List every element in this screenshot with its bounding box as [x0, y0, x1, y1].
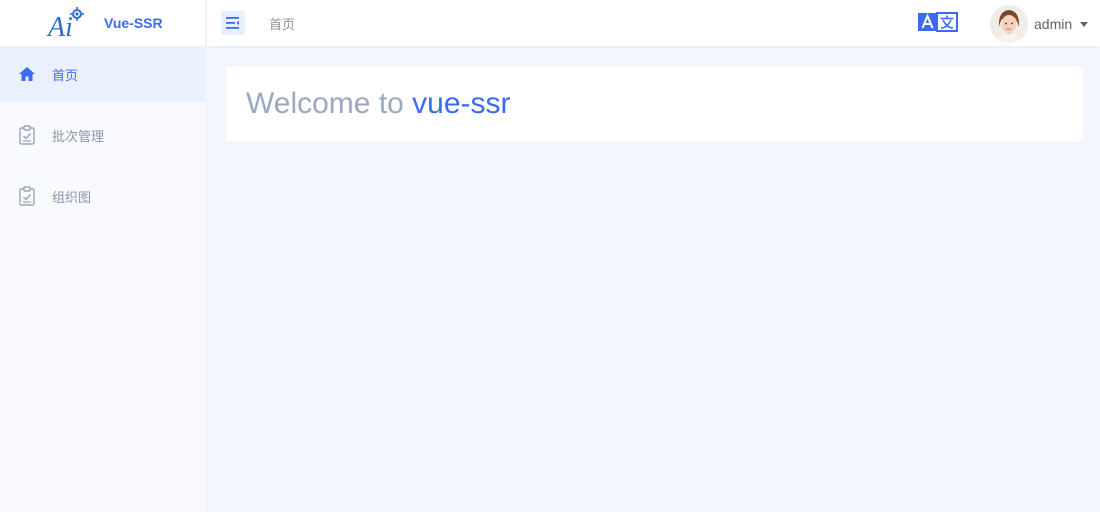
logo[interactable]: Ai Vue-SSR: [0, 0, 205, 46]
sidebar: Ai Vue-SSR 首页 批次管理 组织图: [0, 0, 206, 512]
clipboard-check-icon: [18, 125, 36, 145]
welcome-brand: vue-ssr: [412, 87, 511, 120]
sidebar-item-home[interactable]: 首页: [0, 46, 205, 102]
welcome-heading: Welcome to vue-ssr: [246, 87, 511, 121]
chevron-down-icon[interactable]: [1080, 21, 1089, 27]
logo-letters: Ai: [46, 12, 73, 40]
avatar[interactable]: [990, 5, 1028, 43]
clipboard-check-icon: [18, 186, 36, 206]
app-title: Vue-SSR: [104, 15, 163, 31]
menu-toggle-icon[interactable]: [221, 11, 245, 35]
sidebar-item-batch-management[interactable]: 批次管理: [0, 107, 205, 163]
sidebar-item-org-chart[interactable]: 组织图: [0, 168, 205, 224]
translate-icon[interactable]: [918, 12, 958, 32]
sidebar-menu: 首页 批次管理 组织图: [0, 46, 205, 224]
welcome-prefix: Welcome to: [246, 87, 413, 120]
sidebar-item-label: 首页: [52, 68, 79, 84]
sidebar-item-label: 批次管理: [52, 129, 105, 145]
breadcrumb: 首页: [269, 17, 296, 33]
top-navbar: 首页 admin: [207, 0, 1100, 46]
sidebar-item-label: 组织图: [52, 190, 92, 206]
ai-logo-icon: Ai: [46, 6, 86, 43]
username[interactable]: admin: [1034, 16, 1072, 32]
home-icon: [18, 64, 36, 84]
user-menu[interactable]: admin: [990, 4, 1089, 44]
welcome-card: Welcome to vue-ssr: [226, 67, 1083, 141]
